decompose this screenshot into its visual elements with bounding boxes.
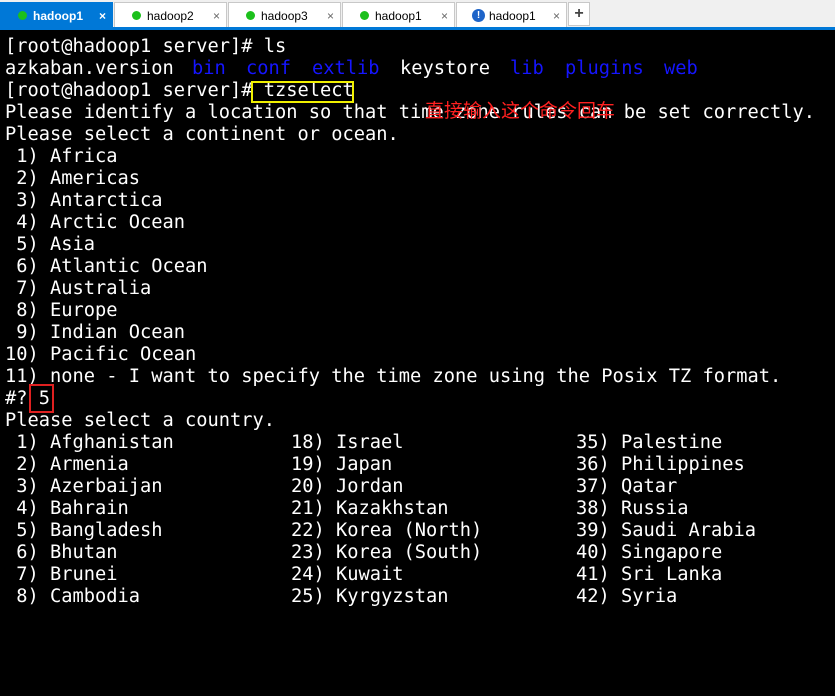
tab-bar-accent (0, 27, 835, 30)
connected-status-icon (360, 11, 369, 20)
country-option: 24) Kuwait (291, 564, 404, 585)
command-highlight-box (251, 81, 354, 103)
dir-conf: conf (246, 58, 292, 79)
country-option: 42) Syria (576, 586, 678, 607)
tab-hadoop1-second[interactable]: hadoop1 × (342, 2, 455, 28)
country-option: 5) Bangladesh (5, 520, 163, 541)
country-prompt: Please select a country. (5, 410, 276, 431)
continent-option: 6) Atlantic Ocean (5, 256, 208, 277)
country-option: 7) Brunei (5, 564, 118, 585)
country-row: 8) Cambodia 25) Kyrgyzstan 42) Syria (5, 586, 825, 608)
country-option: 23) Korea (South) (291, 542, 483, 563)
continent-option: 10) Pacific Ocean (5, 344, 197, 365)
ls-output: azkaban.version bin conf extlib keystore… (5, 58, 825, 80)
country-row: 5) Bangladesh 22) Korea (North) 39) Saud… (5, 520, 825, 542)
country-option: 21) Kazakhstan (291, 498, 449, 519)
info-icon: ! (472, 9, 485, 22)
prompt-ls: [root@hadoop1 server]# ls (5, 36, 287, 57)
country-option: 19) Japan (291, 454, 393, 475)
country-option: 8) Cambodia (5, 586, 141, 607)
country-option: 35) Palestine (576, 432, 723, 453)
tab-hadoop1-active[interactable]: hadoop1 × (0, 2, 113, 28)
dir-plugins: plugins (565, 58, 644, 79)
connected-status-icon (246, 11, 255, 20)
connected-status-icon (18, 11, 27, 20)
close-icon[interactable]: × (553, 9, 560, 23)
continent-option: 2) Americas (5, 168, 141, 189)
annotation-text: 直接输入这个命令回车 (425, 100, 616, 122)
country-row: 3) Azerbaijan 20) Jordan 37) Qatar (5, 476, 825, 498)
tab-hadoop3[interactable]: hadoop3 × (228, 2, 341, 28)
file-azkaban-version: azkaban.version (5, 58, 174, 79)
continent-option: 4) Arctic Ocean (5, 212, 186, 233)
country-option: 20) Jordan (291, 476, 404, 497)
tab-hadoop2[interactable]: hadoop2 × (114, 2, 227, 28)
country-option: 39) Saudi Arabia (576, 520, 757, 541)
tab-hadoop1-disconnected[interactable]: ! hadoop1 × (456, 2, 567, 28)
tab-label: hadoop2 (147, 9, 194, 23)
country-option: 38) Russia (576, 498, 689, 519)
continent-prompt: Please select a continent or ocean. (5, 124, 399, 145)
country-option: 37) Qatar (576, 476, 678, 497)
continent-option: 5) Asia (5, 234, 96, 255)
continent-option: 8) Europe (5, 300, 118, 321)
identify-message: Please identify a location so that time … (5, 102, 816, 123)
prompt-text: [root@hadoop1 server]# (5, 80, 264, 101)
tab-label: hadoop1 (33, 9, 83, 23)
country-option: 41) Sri Lanka (576, 564, 723, 585)
country-option: 36) Philippines (576, 454, 745, 475)
close-icon[interactable]: × (99, 9, 106, 23)
input-highlight-box (29, 384, 54, 413)
country-option: 1) Afghanistan (5, 432, 174, 453)
continent-option: 11) none - I want to specify the time zo… (5, 366, 782, 387)
close-icon[interactable]: × (327, 9, 334, 23)
country-row: 4) Bahrain 21) Kazakhstan 38) Russia (5, 498, 825, 520)
new-tab-button[interactable]: + (568, 2, 590, 26)
country-row: 1) Afghanistan 18) Israel 35) Palestine (5, 432, 825, 454)
dir-bin: bin (192, 58, 226, 79)
country-option: 6) Bhutan (5, 542, 118, 563)
file-keystore: keystore (400, 58, 491, 79)
tab-label: hadoop3 (261, 9, 308, 23)
country-option: 18) Israel (291, 432, 404, 453)
tab-label: hadoop1 (489, 9, 536, 23)
continent-option: 7) Australia (5, 278, 152, 299)
country-row: 7) Brunei 24) Kuwait 41) Sri Lanka (5, 564, 825, 586)
continent-option: 9) Indian Ocean (5, 322, 186, 343)
dir-extlib: extlib (312, 58, 380, 79)
connected-status-icon (132, 11, 141, 20)
country-option: 25) Kyrgyzstan (291, 586, 449, 607)
country-option: 22) Korea (North) (291, 520, 483, 541)
tab-label: hadoop1 (375, 9, 422, 23)
continent-option: 1) Africa (5, 146, 118, 167)
terminal-area[interactable]: [root@hadoop1 server]# ls azkaban.versio… (0, 33, 835, 614)
country-option: 4) Bahrain (5, 498, 129, 519)
country-row: 6) Bhutan 23) Korea (South) 40) Singapor… (5, 542, 825, 564)
country-option: 3) Azerbaijan (5, 476, 163, 497)
tab-bar: hadoop1 × hadoop2 × hadoop3 × hadoop1 × … (0, 0, 835, 30)
dir-web: web (664, 58, 698, 79)
country-option: 2) Armenia (5, 454, 129, 475)
close-icon[interactable]: × (441, 9, 448, 23)
country-row: 2) Armenia 19) Japan 36) Philippines (5, 454, 825, 476)
close-icon[interactable]: × (213, 9, 220, 23)
continent-option: 3) Antarctica (5, 190, 163, 211)
country-option: 40) Singapore (576, 542, 723, 563)
dir-lib: lib (510, 58, 544, 79)
